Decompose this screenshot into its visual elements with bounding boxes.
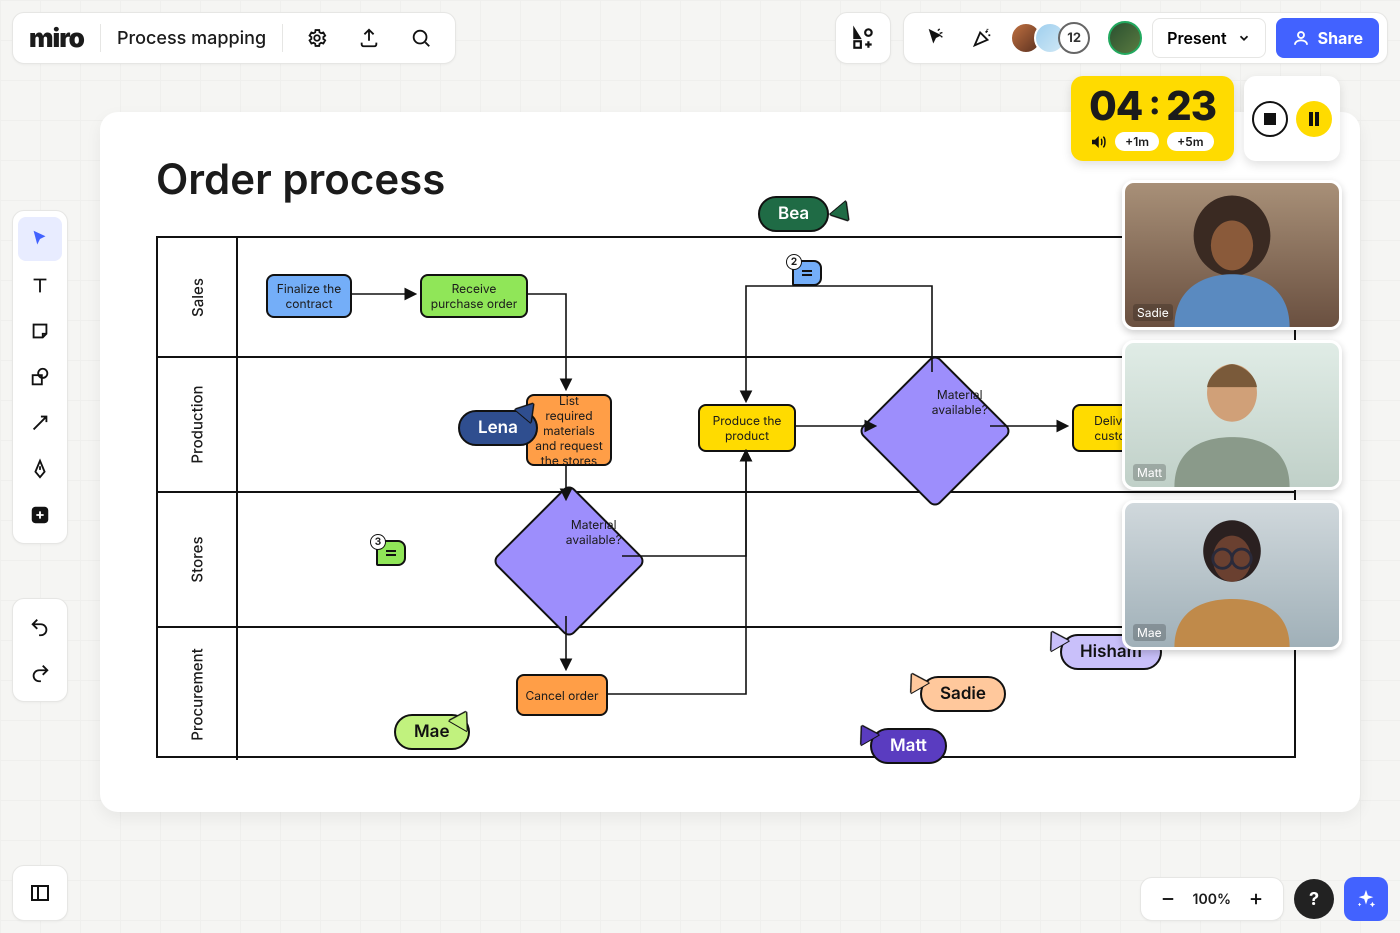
- history-toolbar: [12, 598, 68, 702]
- cursor-bea: Bea: [758, 196, 853, 232]
- comment-icon: [800, 268, 814, 278]
- text-tool[interactable]: [18, 263, 62, 307]
- current-user-avatar[interactable]: [1108, 21, 1142, 55]
- add-1m-button[interactable]: +1m: [1115, 132, 1159, 151]
- shapes-icon: [29, 366, 51, 388]
- minus-icon: [1159, 890, 1177, 908]
- avatar-overflow-count[interactable]: 12: [1058, 22, 1090, 54]
- upload-icon: [358, 27, 380, 49]
- zoom-controls: 100%: [1140, 877, 1284, 921]
- video-name: Matt: [1133, 464, 1166, 481]
- comment-pin[interactable]: 3: [376, 540, 406, 566]
- lane-label-sales: Sales: [187, 278, 206, 317]
- timer-controls: [1244, 76, 1340, 161]
- zoom-level[interactable]: 100%: [1193, 891, 1231, 908]
- shapes-icon: [850, 25, 876, 51]
- chevron-down-icon: [1237, 31, 1251, 45]
- gear-icon: [306, 27, 328, 49]
- settings-button[interactable]: [299, 20, 335, 56]
- pause-timer-button[interactable]: [1296, 101, 1332, 137]
- cursor-mode-button[interactable]: [918, 20, 954, 56]
- node-finalize-contract[interactable]: Finalize the contract: [266, 274, 352, 318]
- comment-icon: [384, 548, 398, 558]
- cursor-icon: [925, 27, 947, 49]
- cursor-icon: [29, 228, 51, 250]
- shape-tool[interactable]: [18, 355, 62, 399]
- ai-assist-button[interactable]: [1344, 877, 1388, 921]
- timer-minutes: 04: [1089, 81, 1142, 130]
- help-button[interactable]: ?: [1294, 879, 1334, 919]
- zoom-out-button[interactable]: [1151, 882, 1185, 916]
- frames-panel-button[interactable]: [12, 865, 68, 921]
- sticky-note-tool[interactable]: [18, 309, 62, 353]
- pen-tool[interactable]: [18, 447, 62, 491]
- node-list-materials[interactable]: List required materials and request the …: [526, 394, 612, 466]
- cursor-lena: Lena: [458, 392, 538, 446]
- frames-icon: [28, 881, 52, 905]
- share-button[interactable]: Share: [1276, 18, 1379, 58]
- more-tools[interactable]: [18, 493, 62, 537]
- cursor-matt: Matt: [870, 720, 947, 764]
- tool-toolbar: [12, 210, 68, 544]
- timer-display[interactable]: 04 : 23 +1m +5m: [1071, 76, 1234, 161]
- pause-icon: [1308, 112, 1320, 126]
- redo-button[interactable]: [18, 651, 62, 695]
- lane-label-stores: Stores: [188, 536, 207, 582]
- arrow-icon: [29, 412, 51, 434]
- export-button[interactable]: [351, 20, 387, 56]
- confetti-icon: [971, 27, 993, 49]
- person-add-icon: [1292, 29, 1310, 47]
- text-icon: [29, 274, 51, 296]
- node-produce-product[interactable]: Produce the product: [698, 404, 796, 452]
- question-icon: ?: [1309, 889, 1319, 910]
- search-button[interactable]: [403, 20, 439, 56]
- timer-seconds: 23: [1166, 81, 1216, 130]
- present-label: Present: [1167, 28, 1226, 48]
- search-icon: [410, 27, 432, 49]
- comment-pin[interactable]: 2: [792, 260, 822, 286]
- node-cancel-order[interactable]: Cancel order: [516, 674, 608, 716]
- diagram-title: Order process: [156, 154, 445, 205]
- reactions-button[interactable]: [964, 20, 1000, 56]
- board-header: miro Process mapping: [12, 12, 456, 64]
- lane-label-procurement: Procurement: [188, 648, 207, 740]
- miro-logo[interactable]: miro: [29, 23, 84, 54]
- plus-icon: [1247, 890, 1265, 908]
- video-tile-sadie[interactable]: Sadie: [1122, 180, 1342, 330]
- video-tiles: Sadie Matt Mae: [1122, 180, 1342, 650]
- present-button[interactable]: Present: [1152, 18, 1265, 58]
- zoom-in-button[interactable]: [1239, 882, 1273, 916]
- undo-icon: [29, 616, 51, 638]
- collaboration-bar: 12 Present Share: [903, 12, 1388, 64]
- add-5m-button[interactable]: +5m: [1167, 132, 1213, 151]
- plus-icon: [29, 504, 51, 526]
- board-name[interactable]: Process mapping: [117, 28, 266, 49]
- sound-icon[interactable]: [1089, 133, 1107, 151]
- sticky-note-icon: [29, 320, 51, 342]
- video-tile-mae[interactable]: Mae: [1122, 500, 1342, 650]
- stop-icon: [1264, 113, 1276, 125]
- undo-button[interactable]: [18, 605, 62, 649]
- connector-tool[interactable]: [18, 401, 62, 445]
- divider: [100, 24, 101, 52]
- divider: [282, 24, 283, 52]
- video-tile-matt[interactable]: Matt: [1122, 340, 1342, 490]
- collaborator-avatars[interactable]: 12: [1010, 22, 1090, 54]
- stop-timer-button[interactable]: [1252, 101, 1288, 137]
- cursor-sadie: Sadie: [920, 668, 1006, 712]
- lane-label-production: Production: [188, 385, 207, 463]
- pen-icon: [29, 458, 51, 480]
- select-tool[interactable]: [18, 217, 62, 261]
- share-label: Share: [1318, 28, 1363, 48]
- node-receive-order[interactable]: Receive purchase order: [420, 274, 528, 318]
- video-name: Sadie: [1133, 304, 1173, 321]
- sparkle-icon: [1355, 888, 1377, 910]
- redo-icon: [29, 662, 51, 684]
- video-name: Mae: [1133, 624, 1166, 641]
- timer-widget: 04 : 23 +1m +5m: [1071, 76, 1340, 161]
- apps-panel[interactable]: [835, 12, 891, 64]
- cursor-mae: Mae: [394, 706, 470, 750]
